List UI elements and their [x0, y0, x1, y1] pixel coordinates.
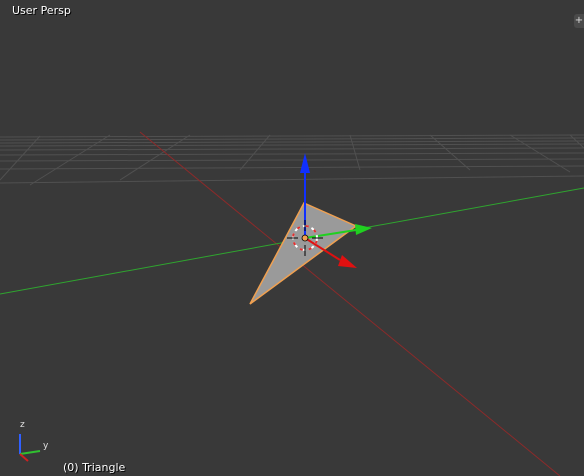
x-axis-line — [139, 131, 561, 476]
grid-floor — [0, 134, 584, 186]
corner-expand-icon[interactable]: + — [574, 14, 584, 28]
mini-y-label: y — [43, 441, 49, 451]
gizmo-y-arrow-icon[interactable] — [355, 224, 372, 235]
object-origin-icon — [301, 234, 309, 242]
scene-canvas[interactable] — [0, 0, 584, 476]
mini-axes-svg — [19, 434, 41, 462]
mini-axis-widget: z y — [10, 420, 60, 470]
3d-viewport[interactable]: User Persp + z y (0) Triangle — [0, 0, 584, 476]
view-label: User Persp — [12, 4, 71, 17]
mini-z-label: z — [20, 420, 25, 430]
mini-x-axis — [19, 453, 29, 462]
gizmo-x-arrow-icon[interactable] — [338, 255, 357, 268]
gizmo-z-arrow-icon[interactable] — [300, 153, 310, 173]
active-object-label: (0) Triangle — [63, 461, 126, 474]
mini-y-axis — [19, 450, 41, 455]
triangle-mesh[interactable] — [249, 202, 358, 305]
